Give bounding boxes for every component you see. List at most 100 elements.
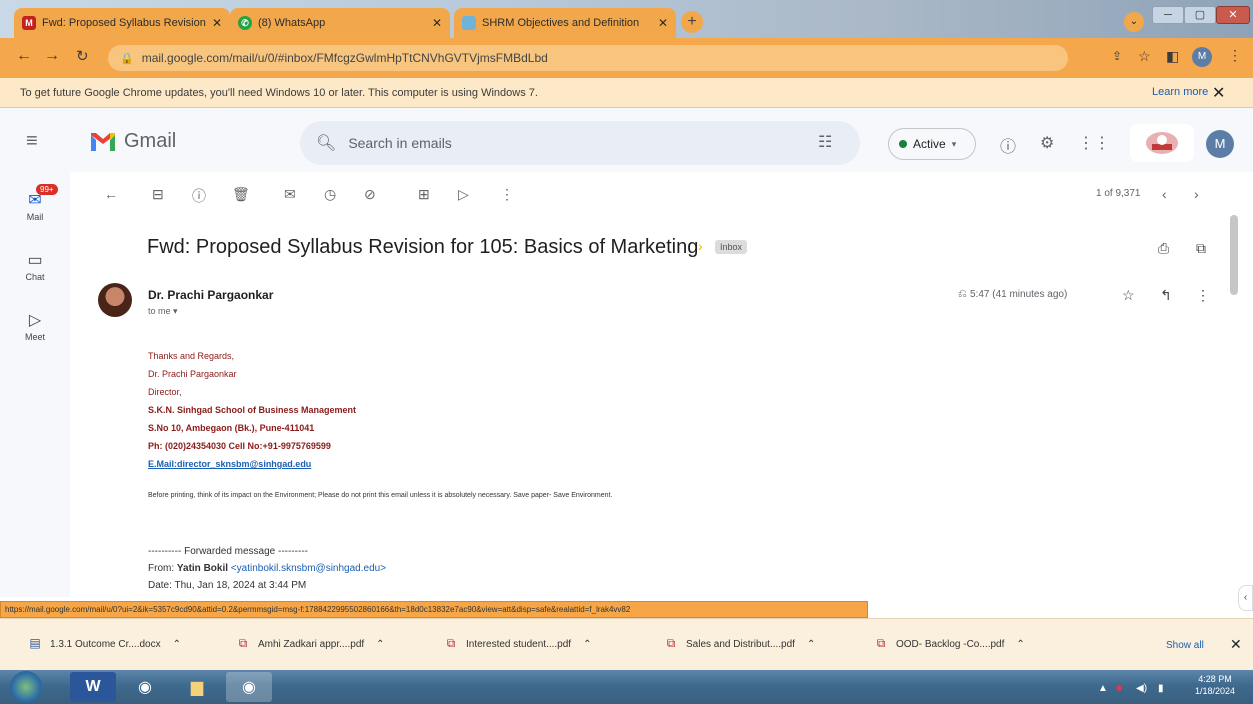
- network-icon[interactable]: ▮: [1158, 683, 1164, 694]
- rail-item-meet[interactable]: ▷ Meet: [0, 310, 70, 342]
- close-icon[interactable]: ✕: [1230, 636, 1242, 653]
- chevron-up-icon[interactable]: ⌃: [583, 639, 591, 650]
- taskbar-clock[interactable]: 4:28 PM 1/18/2024: [1180, 673, 1250, 697]
- snooze-icon[interactable]: ◷: [324, 186, 336, 203]
- older-chevron-icon[interactable]: ›: [1194, 186, 1199, 202]
- explorer-folder-icon[interactable]: ▆: [174, 672, 220, 702]
- rail-item-chat[interactable]: ▭ Chat: [0, 250, 70, 282]
- archive-icon[interactable]: ⊟: [152, 186, 164, 203]
- forward-button[interactable]: →: [44, 47, 60, 65]
- download-item[interactable]: ⧉ Sales and Distribut....pdf ⌃: [664, 633, 816, 655]
- help-icon[interactable]: ⓘ: [1000, 133, 1016, 157]
- print-icon[interactable]: ⎙: [1158, 240, 1169, 257]
- bookmark-star-icon[interactable]: ☆: [1138, 48, 1151, 65]
- pdf-icon: ⧉: [446, 636, 456, 650]
- download-item[interactable]: ⧉ Interested student....pdf ⌃: [444, 633, 592, 655]
- chevron-up-icon[interactable]: ⌃: [1016, 639, 1024, 650]
- rail-item-mail[interactable]: ✉ Mail: [0, 190, 70, 222]
- forwarded-header: ---------- Forwarded message ---------: [148, 546, 308, 557]
- new-tab-button[interactable]: +: [681, 11, 703, 33]
- move-to-icon[interactable]: ⊞: [418, 186, 430, 203]
- reload-button[interactable]: ↻: [76, 47, 89, 65]
- apps-grid-icon[interactable]: ⋮⋮: [1078, 133, 1110, 153]
- chrome-active-app-icon[interactable]: ◉: [226, 672, 272, 702]
- chrome-app-icon[interactable]: ◉: [122, 672, 168, 702]
- pdf-icon: ⧉: [666, 636, 676, 650]
- delete-icon[interactable]: 🗑︎: [232, 186, 250, 203]
- back-button[interactable]: ←: [16, 47, 32, 65]
- address-bar[interactable]: 🔒 mail.google.com/mail/u/0/#inbox/FMfcgz…: [108, 45, 1068, 71]
- search-options-icon[interactable]: ☷: [818, 132, 832, 152]
- pdf-icon: ⧉: [238, 636, 248, 650]
- email-subject: Fwd: Proposed Syllabus Revision for 105:…: [147, 236, 699, 258]
- start-button[interactable]: [10, 671, 42, 703]
- more-options-icon[interactable]: ⋮: [500, 186, 514, 203]
- browser-menu-icon[interactable]: ⋮: [1228, 47, 1242, 64]
- signature-line: Dr. Prachi Pargaonkar: [148, 369, 237, 379]
- maximize-button[interactable]: ▢: [1184, 6, 1216, 24]
- inbox-label-chip[interactable]: Inbox: [715, 240, 748, 254]
- share-icon[interactable]: ⇪: [1112, 49, 1122, 63]
- org-emblem-icon: [1146, 132, 1178, 154]
- tray-arrow-icon[interactable]: ▲: [1098, 683, 1108, 694]
- settings-gear-icon[interactable]: ⚙: [1040, 133, 1054, 153]
- link-status-url: https://mail.google.com/mail/u/0?ui=2&ik…: [0, 601, 868, 618]
- signature-email-link[interactable]: E.Mail:director_sknsbm@sinhgad.edu: [148, 459, 311, 469]
- tab-gmail[interactable]: M Fwd: Proposed Syllabus Revision ✕: [14, 8, 230, 38]
- sidepanel-icon[interactable]: ◧: [1166, 48, 1179, 65]
- gmail-logo[interactable]: Gmail: [90, 130, 176, 153]
- close-icon[interactable]: ✕: [432, 16, 442, 30]
- download-item[interactable]: ▤ 1.3.1 Outcome Cr....docx ⌃: [28, 633, 181, 655]
- close-icon[interactable]: ✕: [1212, 83, 1225, 103]
- newer-chevron-icon[interactable]: ‹: [1162, 186, 1167, 202]
- meet-icon: ▷: [28, 312, 42, 329]
- word-doc-icon: ▤: [29, 636, 41, 650]
- close-icon[interactable]: ✕: [212, 16, 222, 30]
- importance-marker-icon[interactable]: ›: [698, 238, 703, 254]
- chevron-up-icon[interactable]: ⌃: [376, 639, 384, 650]
- show-all-downloads-link[interactable]: Show all: [1166, 640, 1204, 651]
- report-spam-icon[interactable]: ⓘ: [192, 186, 206, 206]
- scrollbar-thumb[interactable]: [1230, 215, 1238, 295]
- star-icon[interactable]: ☆: [1122, 287, 1135, 304]
- mark-unread-icon[interactable]: ✉: [284, 186, 296, 203]
- reply-icon[interactable]: ↰: [1160, 287, 1172, 304]
- pdf-icon: ⧉: [876, 636, 886, 650]
- recipient-details[interactable]: to me ▾: [148, 306, 178, 317]
- forwarded-date: Date: Thu, Jan 18, 2024 at 3:44 PM: [148, 580, 307, 591]
- main-menu-icon[interactable]: ≡: [26, 130, 38, 153]
- back-arrow-icon[interactable]: ←: [104, 186, 118, 202]
- search-input[interactable]: 🔍︎ Search in emails: [300, 121, 860, 165]
- tab-whatsapp[interactable]: ✆ (8) WhatsApp ✕: [230, 8, 450, 38]
- side-panel-toggle-icon[interactable]: ‹: [1238, 585, 1253, 611]
- account-avatar[interactable]: M: [1206, 130, 1234, 158]
- chevron-up-icon[interactable]: ⌃: [807, 639, 815, 650]
- volume-icon[interactable]: ◀): [1136, 683, 1147, 694]
- minimize-button[interactable]: ─: [1152, 6, 1184, 24]
- chevron-up-icon[interactable]: ⌃: [173, 639, 181, 650]
- search-icon[interactable]: 🔍︎: [316, 133, 336, 153]
- message-more-icon[interactable]: ⋮: [1196, 287, 1210, 304]
- tab-search-button[interactable]: ⌄: [1124, 12, 1144, 32]
- profile-avatar[interactable]: M: [1192, 47, 1212, 67]
- open-new-window-icon[interactable]: ⧉: [1196, 240, 1206, 257]
- organization-logo[interactable]: [1130, 124, 1194, 162]
- download-item[interactable]: ⧉ Amhi Zadkari appr....pdf ⌃: [236, 633, 385, 655]
- learn-more-link[interactable]: Learn more: [1152, 86, 1208, 98]
- download-item[interactable]: ⧉ OOD- Backlog -Co....pdf ⌃: [874, 633, 1025, 655]
- lock-icon: 🔒: [120, 52, 134, 65]
- window-close-button[interactable]: ✕: [1216, 6, 1250, 24]
- status-selector[interactable]: Active ▾: [888, 128, 976, 160]
- label-icon[interactable]: ▷: [458, 186, 469, 203]
- sender-avatar[interactable]: [98, 283, 132, 317]
- active-dot: [899, 140, 907, 148]
- signature-line: S.No 10, Ambegaon (Bk.), Pune-411041: [148, 423, 315, 433]
- from-email-link[interactable]: <yatinbokil.sknsbm@sinhgad.edu>: [231, 563, 386, 574]
- word-app-icon[interactable]: W: [70, 672, 116, 702]
- gmail-m-icon: [91, 132, 115, 151]
- tray-antivirus-icon[interactable]: ■: [1116, 683, 1122, 694]
- close-icon[interactable]: ✕: [658, 16, 668, 30]
- add-task-icon[interactable]: ⊘: [364, 186, 376, 203]
- tab-shrm[interactable]: SHRM Objectives and Definition ✕: [454, 8, 676, 38]
- sender-name[interactable]: Dr. Prachi Pargaonkar: [148, 288, 273, 302]
